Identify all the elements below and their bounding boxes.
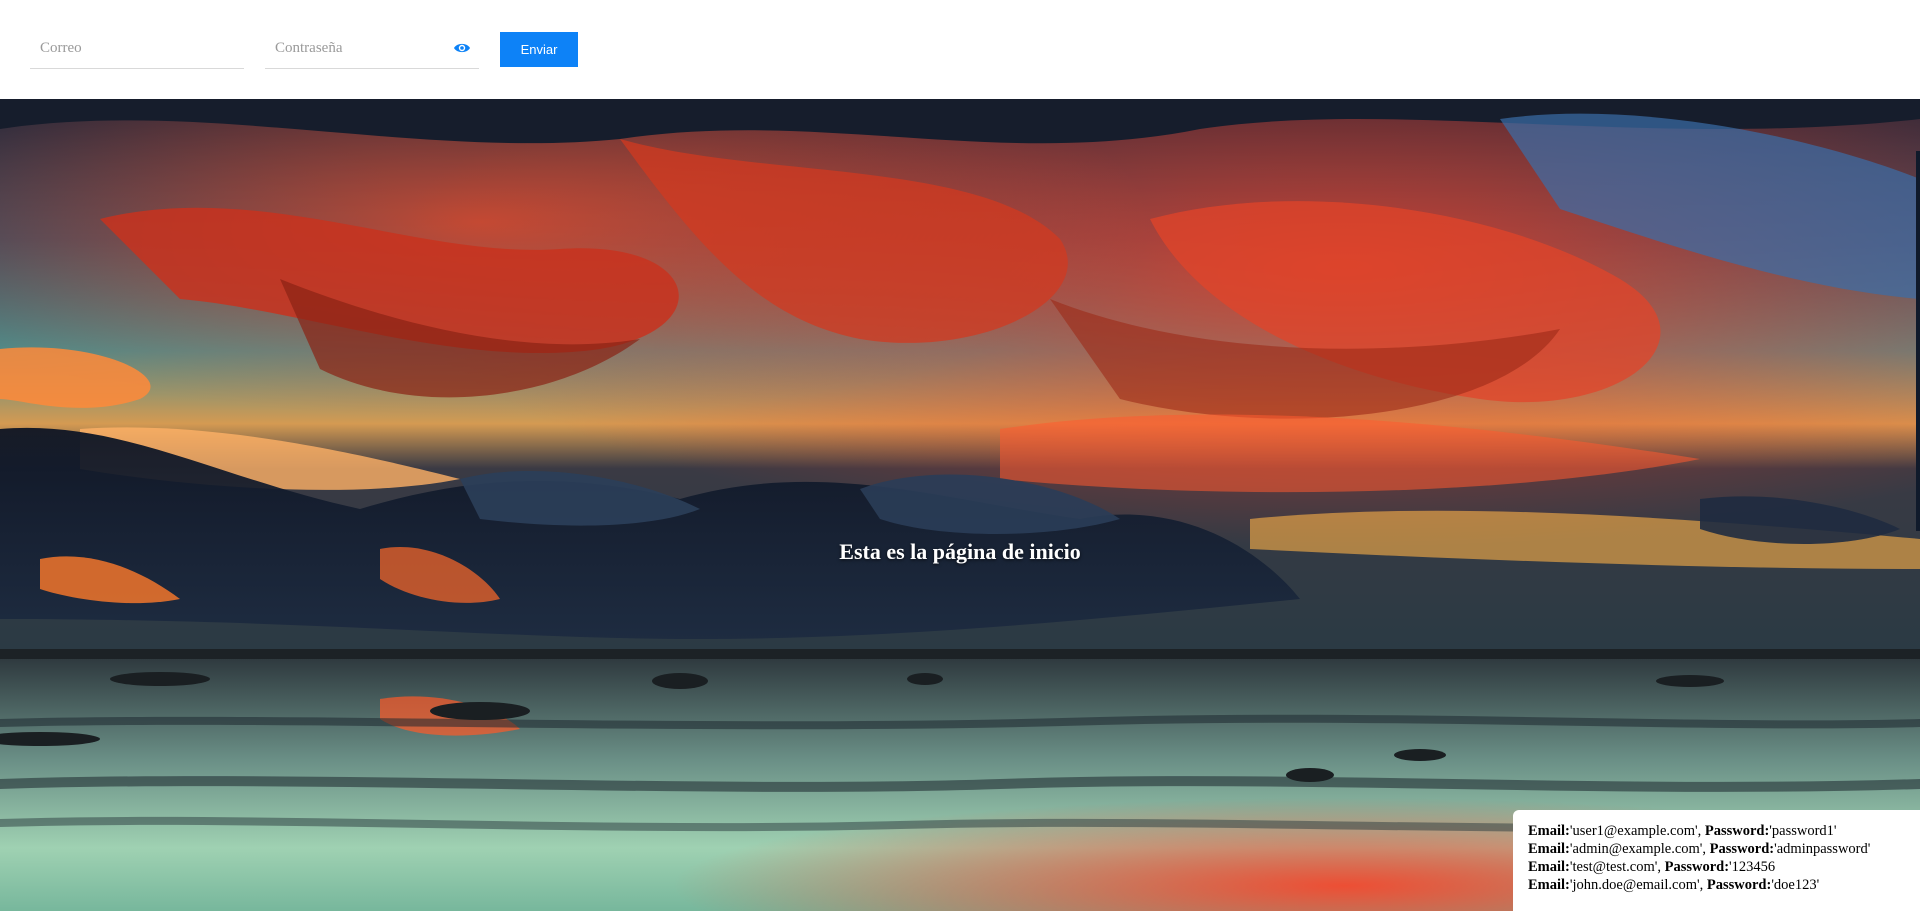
credentials-box: Email:'user1@example.com', Password:'pas… bbox=[1513, 810, 1920, 911]
email-field-wrapper bbox=[30, 30, 244, 69]
credential-row: Email:'test@test.com', Password:'123456 bbox=[1528, 858, 1920, 876]
password-label: Password: bbox=[1704, 823, 1770, 839]
page-title: Esta es la página de inicio bbox=[839, 539, 1081, 564]
email-value: 'john.doe@email.com', bbox=[1569, 877, 1704, 893]
password-label: Password: bbox=[1709, 841, 1775, 857]
email-label: Email: bbox=[1528, 823, 1570, 839]
email-label: Email: bbox=[1528, 841, 1570, 857]
credential-row: Email:'john.doe@email.com', Password:'do… bbox=[1528, 876, 1920, 894]
credential-row: Email:'admin@example.com', Password:'adm… bbox=[1528, 840, 1920, 858]
email-value: 'admin@example.com', bbox=[1569, 841, 1707, 857]
password-label: Password: bbox=[1706, 877, 1772, 893]
credential-row: Email:'user1@example.com', Password:'pas… bbox=[1528, 822, 1920, 840]
hero-section: Esta es la página de inicio bbox=[0, 99, 1920, 911]
password-field-wrapper bbox=[265, 30, 479, 69]
email-label: Email: bbox=[1528, 859, 1570, 875]
password-value: 'doe123' bbox=[1771, 877, 1820, 893]
email-value: 'test@test.com', bbox=[1569, 859, 1661, 875]
password-value: 'password1' bbox=[1769, 823, 1837, 839]
password-value: 'adminpassword' bbox=[1774, 841, 1871, 857]
email-label: Email: bbox=[1528, 877, 1570, 893]
submit-button[interactable]: Enviar bbox=[500, 32, 578, 67]
password-value: '123456 bbox=[1729, 859, 1776, 875]
eye-icon[interactable] bbox=[453, 41, 471, 55]
email-input[interactable] bbox=[30, 30, 244, 66]
email-value: 'user1@example.com', bbox=[1569, 823, 1702, 839]
hero-background-image bbox=[0, 99, 1920, 911]
scroll-edge bbox=[1916, 151, 1920, 531]
login-bar: Enviar bbox=[0, 0, 1920, 99]
password-label: Password: bbox=[1664, 859, 1730, 875]
password-input[interactable] bbox=[265, 30, 479, 66]
